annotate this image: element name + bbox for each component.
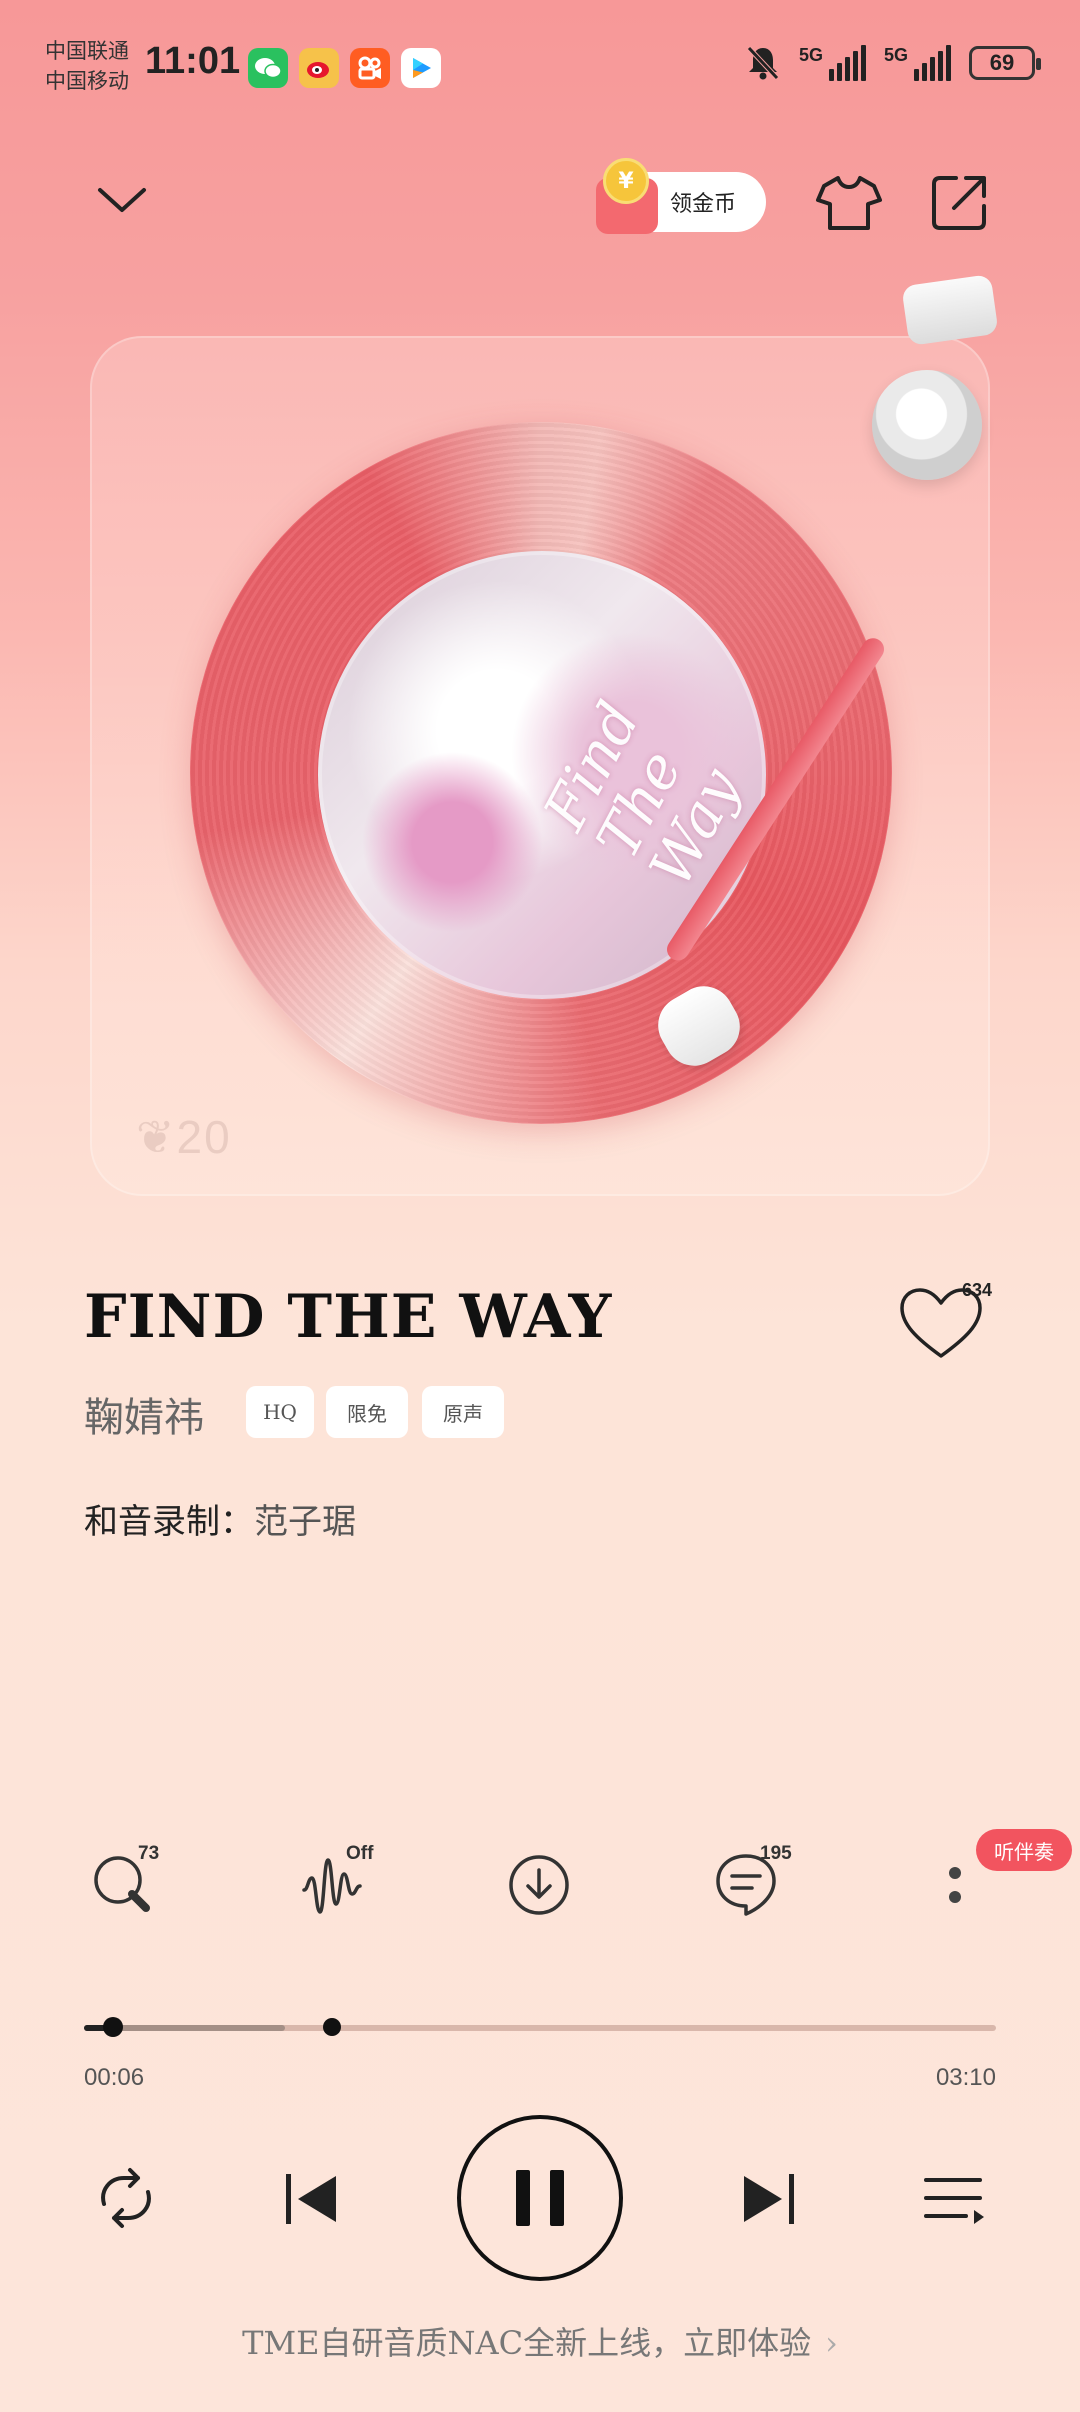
recognition-count: 73 [138,1843,160,1864]
credit-line: 和音录制：范子琚 [84,1494,356,1543]
artist-name[interactable]: 鞠婧祎 [84,1385,204,1443]
like-count: 634 [962,1280,993,1300]
more-vertical-icon [949,1867,961,1903]
repeat-icon [101,2168,151,2228]
get-coins-label: 领金币 [670,192,737,217]
highlight-marker[interactable] [323,2018,341,2036]
carrier-1: 中国联通 [45,39,129,63]
signal-5g-2: 5G [884,45,951,81]
promo-text: TME自研音质NAC全新上线，立即体验 [242,2324,812,2362]
tonearm-cap [901,274,999,346]
repeat-button[interactable] [88,2160,164,2236]
chevron-right-icon: › [825,2324,838,2362]
status-bar: 中国联通 中国移动 11:01 5G 5G 69 [0,0,1080,130]
signal-5g-1: 5G [799,45,866,81]
pause-icon [516,2170,564,2226]
playlist-icon [924,2178,984,2224]
sound-effect-state: Off [346,1843,374,1864]
clock: 11:01 [145,40,241,82]
carrier-2: 中国移动 [45,69,129,93]
tag-free[interactable]: 限免 [326,1386,408,1438]
battery-indicator: 69 [969,46,1041,80]
theme-button[interactable] [814,170,884,236]
tag-hq[interactable]: HQ [246,1386,314,1438]
mute-bell-icon [747,46,779,80]
status-indicators: 5G 5G 69 [745,44,1041,82]
anniversary-logo: ❦20 [136,1111,232,1163]
chevron-down-icon [98,188,146,212]
download-button[interactable] [504,1850,574,1920]
skip-previous-icon [286,2174,336,2224]
progress-thumb[interactable] [103,2017,123,2037]
logo-glyph-icon: ❦ [136,1111,177,1163]
tonearm-pivot [872,370,982,480]
collapse-button[interactable] [92,176,152,226]
share-icon [932,176,986,230]
accompaniment-badge[interactable]: 听伴奏 [976,1829,1072,1871]
current-time: 00:06 [84,2064,145,2091]
comments-count: 195 [760,1843,792,1864]
wechat-icon [248,48,288,88]
nac-promo-banner[interactable]: TME自研音质NAC全新上线，立即体验 › [0,2318,1080,2364]
previous-button[interactable] [276,2164,346,2234]
pause-button[interactable] [457,2115,623,2281]
song-title: FIND THE WAY [84,1282,613,1352]
credit-value: 范子琚 [254,1502,356,1542]
download-icon [509,1855,569,1915]
credit-label: 和音录制： [84,1502,254,1542]
total-time: 03:10 [935,2064,996,2091]
coin-icon: ¥ [603,158,649,204]
tag-original[interactable]: 原声 [422,1386,504,1438]
next-button[interactable] [734,2164,804,2234]
playlist-button[interactable] [916,2162,992,2238]
carrier-info: 中国联通 中国移动 [45,36,129,96]
tshirt-icon [816,176,882,230]
youku-icon [401,48,441,88]
weibo-icon [299,48,339,88]
kuaishou-icon [350,48,390,88]
share-button[interactable] [926,170,992,236]
skip-next-icon [744,2174,794,2224]
